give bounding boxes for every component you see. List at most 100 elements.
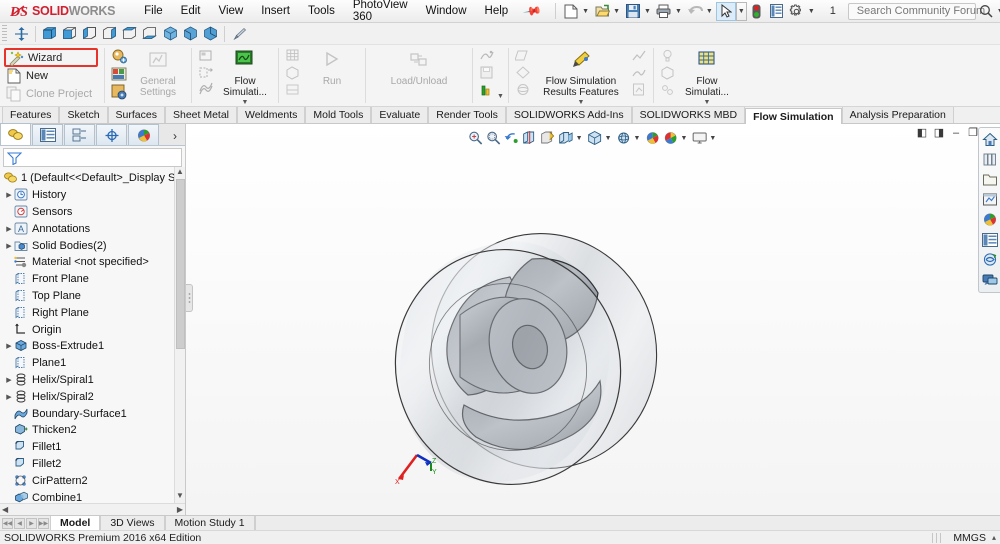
- bottom-tab-3d-views[interactable]: 3D Views: [100, 516, 164, 530]
- chevron-right-icon[interactable]: ›: [173, 129, 185, 145]
- tab-solidworks-add-ins[interactable]: SOLIDWORKS Add-Ins: [506, 107, 632, 123]
- flow-simulation-dropdown-caret[interactable]: ▼: [242, 99, 249, 106]
- appearances-scenes-button[interactable]: [980, 210, 1000, 229]
- print-document-caret[interactable]: ▼: [675, 8, 682, 15]
- flow-simulation-pane-button[interactable]: [980, 270, 1000, 289]
- flow-simulation-display-button[interactable]: Flow Simulati... ▼: [678, 47, 736, 104]
- view-orientation-button[interactable]: [539, 129, 557, 147]
- dimxpert-manager-tab[interactable]: [96, 124, 127, 145]
- viewport-button[interactable]: [690, 129, 708, 147]
- new-document-button[interactable]: [561, 2, 581, 21]
- display-style-caret[interactable]: ▼: [576, 135, 583, 142]
- color-bar-icon[interactable]: [479, 82, 495, 98]
- scroll-up-arrow-icon[interactable]: ▲: [175, 167, 185, 179]
- surface-plot-icon[interactable]: [515, 65, 531, 81]
- scroll-left-arrow-icon[interactable]: ◀: [2, 505, 8, 514]
- flow-simulation-results-features-button[interactable]: Flow Simulation Results Features ▼: [533, 47, 629, 104]
- view-dimetric-button[interactable]: [200, 24, 220, 43]
- tree-node-material[interactable]: Material <not specified>: [0, 254, 185, 271]
- select-tool-caret[interactable]: ▼: [736, 2, 747, 21]
- particle-study-icon[interactable]: [660, 82, 676, 98]
- batch-results-icon[interactable]: [285, 65, 301, 81]
- scroll-down-arrow-icon[interactable]: ▼: [175, 491, 185, 503]
- tab-sketch[interactable]: Sketch: [59, 107, 107, 123]
- scroll-thumb[interactable]: [176, 179, 185, 349]
- tab-mold-tools[interactable]: Mold Tools: [305, 107, 371, 123]
- options-button[interactable]: [787, 2, 807, 21]
- tab-surfaces[interactable]: Surfaces: [108, 107, 165, 123]
- print-document-button[interactable]: [654, 2, 674, 21]
- tree-node-top-plane[interactable]: Top Plane: [0, 288, 185, 305]
- tree-node-helix-spiral1[interactable]: ▶ Helix/Spiral1: [0, 372, 185, 389]
- tab-sheet-metal[interactable]: Sheet Metal: [165, 107, 237, 123]
- view-orientation-right-button[interactable]: [100, 24, 120, 43]
- new-document-caret[interactable]: ▼: [582, 8, 589, 15]
- open-document-caret[interactable]: ▼: [613, 8, 620, 15]
- toolbar-grip[interactable]: [2, 25, 7, 43]
- menu-item-window[interactable]: Window: [417, 2, 476, 20]
- feature-manager-tab[interactable]: [0, 123, 31, 145]
- expand-arrow-icon[interactable]: ▶: [4, 393, 14, 401]
- zoom-to-area-button[interactable]: [485, 129, 503, 147]
- view-orientation-back-button[interactable]: [60, 24, 80, 43]
- view-settings-caret[interactable]: ▼: [680, 135, 687, 142]
- new-project-button[interactable]: New: [4, 67, 98, 85]
- section-view-button[interactable]: [521, 129, 539, 147]
- display-dropdown-caret[interactable]: ▼: [703, 99, 710, 106]
- nav-prev-icon[interactable]: ◀: [14, 518, 25, 529]
- previous-view-button[interactable]: [503, 129, 521, 147]
- flow-simulation-button[interactable]: Flow Simulati... ▼: [216, 47, 274, 104]
- restore-right-icon[interactable]: ◨: [933, 126, 945, 139]
- mesh-settings-icon[interactable]: [198, 82, 214, 98]
- menu-item-edit[interactable]: Edit: [172, 2, 210, 20]
- results-features-dropdown-caret[interactable]: ▼: [577, 99, 584, 106]
- view-orientation-front-button[interactable]: [40, 24, 60, 43]
- component-control-icon[interactable]: [198, 48, 214, 64]
- open-document-button[interactable]: [592, 2, 612, 21]
- graphics-area[interactable]: ▼ ▼ ▼: [186, 124, 1000, 515]
- solidworks-forum-button[interactable]: [980, 250, 1000, 269]
- tree-root-node[interactable]: 1 (Default<<Default>_Display State 1>): [0, 170, 185, 187]
- general-settings-button[interactable]: General Settings: [129, 47, 187, 104]
- report-export-icon[interactable]: [631, 82, 647, 98]
- search-button[interactable]: [976, 2, 996, 21]
- menu-item-file[interactable]: File: [135, 2, 172, 20]
- custom-properties-button[interactable]: [980, 230, 1000, 249]
- tab-weldments[interactable]: Weldments: [237, 107, 305, 123]
- engineering-database-icon[interactable]: [111, 84, 127, 100]
- flow-trajectories-icon[interactable]: [479, 48, 495, 64]
- results-tools-dropdown-caret[interactable]: ▼: [497, 93, 504, 100]
- appearance-brush-button[interactable]: [229, 24, 249, 43]
- expand-arrow-icon[interactable]: ▶: [4, 225, 14, 233]
- bottom-tab-model[interactable]: Model: [50, 516, 100, 530]
- save-results-icon[interactable]: [479, 65, 495, 81]
- tree-node-origin[interactable]: Origin: [0, 321, 185, 338]
- menu-item-insert[interactable]: Insert: [252, 2, 299, 20]
- apply-scene-button[interactable]: [643, 129, 661, 147]
- isosurface-icon[interactable]: [515, 82, 531, 98]
- view-orientation-top-button[interactable]: [120, 24, 140, 43]
- tree-node-helix-spiral2[interactable]: ▶ Helix/Spiral2: [0, 388, 185, 405]
- viewport-caret[interactable]: ▼: [709, 135, 716, 142]
- compare-icon[interactable]: [285, 82, 301, 98]
- xy-plot-icon[interactable]: [631, 65, 647, 81]
- wizard-button[interactable]: Wizard: [4, 48, 98, 67]
- minimize-doc-icon[interactable]: –: [950, 127, 962, 139]
- restore-left-icon[interactable]: ◧: [916, 126, 928, 139]
- tab-analysis-preparation[interactable]: Analysis Preparation: [842, 107, 954, 123]
- file-explorer-button[interactable]: [980, 170, 1000, 189]
- view-orientation-left-button[interactable]: [80, 24, 100, 43]
- tab-render-tools[interactable]: Render Tools: [428, 107, 506, 123]
- tree-node-right-plane[interactable]: Right Plane: [0, 304, 185, 321]
- expand-arrow-icon[interactable]: ▶: [4, 342, 14, 350]
- hide-show-items-button[interactable]: [586, 129, 604, 147]
- undo-button[interactable]: [685, 2, 705, 21]
- nav-next-icon[interactable]: ▶: [26, 518, 37, 529]
- run-button[interactable]: Run: [303, 47, 361, 104]
- configuration-manager-tab[interactable]: [64, 124, 95, 145]
- save-document-caret[interactable]: ▼: [644, 8, 651, 15]
- view-isometric-button[interactable]: [160, 24, 180, 43]
- search-community-forum[interactable]: Search Community Forum: [848, 3, 976, 20]
- tab-solidworks-mbd[interactable]: SOLIDWORKS MBD: [632, 107, 745, 123]
- pushpin-icon[interactable]: 📌: [523, 1, 543, 21]
